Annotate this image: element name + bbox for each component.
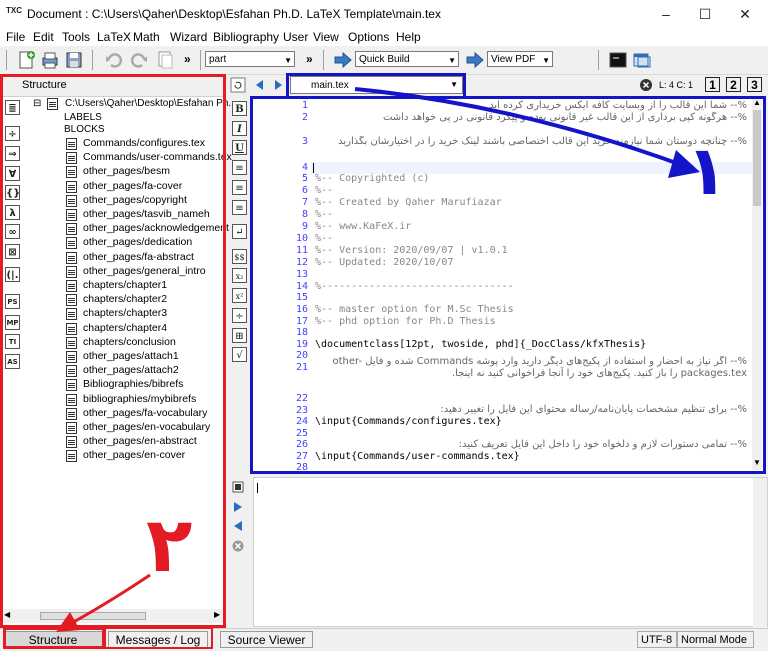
text-cursor <box>257 483 258 493</box>
stop-icon[interactable] <box>232 481 244 493</box>
format-button-align-center[interactable]: ≡ <box>232 180 247 195</box>
structure-combo-value: part <box>209 54 227 65</box>
copy-icon[interactable] <box>155 50 175 70</box>
menu-view[interactable]: View <box>313 30 339 44</box>
format-button-fraction[interactable]: ÷ <box>232 308 247 323</box>
view-combo-value: View PDF <box>491 54 536 65</box>
encoding-status[interactable]: UTF-8 <box>637 631 677 648</box>
menu-latex[interactable]: LaTeX <box>97 30 131 44</box>
format-button-align-left[interactable]: ≡ <box>232 160 247 175</box>
title-bar: TXC Document : C:\Users\Qaher\Desktop\Es… <box>0 0 768 28</box>
menu-math[interactable]: Math <box>133 30 160 44</box>
view-button-1[interactable]: 1 <box>705 77 720 92</box>
menu-help[interactable]: Help <box>396 30 421 44</box>
clear-icon[interactable] <box>232 540 244 552</box>
app-icon: TXC <box>6 6 22 15</box>
menu-wizard[interactable]: Wizard <box>170 30 207 44</box>
refresh-icon[interactable] <box>230 77 246 93</box>
view-button-3[interactable]: 3 <box>747 77 762 92</box>
menu-bar: File Edit Tools LaTeX Math Wizard Biblio… <box>0 28 768 46</box>
format-button-display-math[interactable]: $$ <box>232 249 247 264</box>
messages-area[interactable] <box>253 477 768 627</box>
format-button-underline[interactable]: U <box>232 140 247 155</box>
annotation-number-two: ۲ <box>146 500 193 589</box>
next-error-icon[interactable] <box>233 501 243 513</box>
tab-source-viewer[interactable]: Source Viewer <box>220 631 313 648</box>
menu-edit[interactable]: Edit <box>33 30 54 44</box>
tab-next-icon[interactable] <box>274 79 284 91</box>
toolbar-overflow-2[interactable]: » <box>306 52 313 66</box>
format-button-matrix[interactable]: ⊞ <box>232 328 247 343</box>
menu-bibliography[interactable]: Bibliography <box>213 30 279 44</box>
close-tab-icon[interactable] <box>640 79 652 91</box>
print-icon[interactable] <box>40 50 60 70</box>
prev-error-icon[interactable] <box>233 520 243 532</box>
build-combo[interactable]: Quick Build ▼ <box>355 51 459 67</box>
toolbar: » part ▼ » Quick Build ▼ View PDF ▼ <box>0 46 768 75</box>
view-button-2[interactable]: 2 <box>726 77 741 92</box>
toolbar-overflow-1[interactable]: » <box>184 52 191 66</box>
format-button-bold[interactable]: B <box>232 101 247 116</box>
format-button-italic[interactable]: I <box>232 121 247 136</box>
annotation-structure-tab-highlight <box>3 627 105 649</box>
redo-icon[interactable] <box>130 50 150 70</box>
chevron-down-icon: ▼ <box>448 56 456 65</box>
chevron-down-icon: ▼ <box>284 56 292 65</box>
close-button[interactable]: ✕ <box>722 0 768 28</box>
format-button-newline[interactable]: ↵ <box>232 224 247 239</box>
format-button-align-right[interactable]: ≡ <box>232 200 247 215</box>
mode-status: Normal Mode <box>677 631 754 648</box>
save-icon[interactable] <box>64 50 84 70</box>
cursor-position: L: 4 C: 1 <box>659 80 694 90</box>
chevron-down-icon: ▼ <box>542 56 550 65</box>
menu-file[interactable]: File <box>6 30 25 44</box>
menu-user[interactable]: User <box>283 30 308 44</box>
messages-vscrollbar[interactable] <box>753 478 767 627</box>
structure-combo[interactable]: part ▼ <box>205 51 295 67</box>
window-icon[interactable] <box>632 50 652 70</box>
undo-icon[interactable] <box>103 50 123 70</box>
annotation-tab-highlight <box>286 73 466 99</box>
format-button-subscript[interactable]: x₂ <box>232 268 247 283</box>
annotation-number-one: ۱ <box>686 132 728 211</box>
tab-prev-icon[interactable] <box>254 79 264 91</box>
view-combo[interactable]: View PDF ▼ <box>487 51 553 67</box>
window-title: Document : C:\Users\Qaher\Desktop\Esfaha… <box>27 7 441 21</box>
menu-options[interactable]: Options <box>348 30 389 44</box>
terminal-icon[interactable] <box>608 50 628 70</box>
annotation-messages-tab-highlight <box>104 627 213 649</box>
build-combo-value: Quick Build <box>359 54 410 65</box>
format-button-superscript[interactable]: x² <box>232 288 247 303</box>
view-arrow-icon[interactable] <box>465 50 485 70</box>
format-button-sqrt[interactable]: √ <box>232 347 247 362</box>
menu-tools[interactable]: Tools <box>62 30 90 44</box>
quick-build-arrow-icon[interactable] <box>333 50 353 70</box>
new-file-icon[interactable] <box>17 50 37 70</box>
